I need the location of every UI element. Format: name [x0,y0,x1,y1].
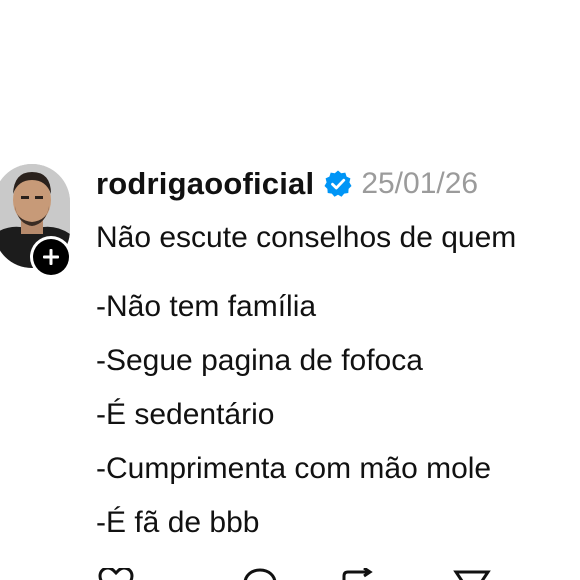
follow-button[interactable] [30,236,72,278]
post-text-line: -É fã de bbb [96,506,260,539]
post-text-line: -Não tem família [96,290,317,323]
post-actions [96,568,576,580]
post-header: rodrigaooficial 25/01/26 [96,164,478,204]
post-text-line: Não escute conselhos de quem [96,221,517,254]
heart-icon[interactable] [96,568,136,580]
verified-badge-icon [323,169,353,199]
repost-icon[interactable] [338,568,378,580]
post-text-line: -É sedentário [96,398,275,431]
post-text-line: -Segue pagina de fofoca [96,344,423,377]
post-timestamp: 25/01/26 [361,167,479,200]
username[interactable]: rodrigaooficial [96,166,314,202]
avatar-container[interactable] [0,164,72,278]
comment-icon[interactable] [242,568,278,580]
post-card: rodrigaooficial 25/01/26 Não escute cons… [0,0,580,580]
plus-icon [43,249,59,265]
post-text-line: -Cumprimenta com mão mole [96,452,492,485]
share-icon[interactable] [452,568,492,580]
follow-button-circle [33,239,69,275]
